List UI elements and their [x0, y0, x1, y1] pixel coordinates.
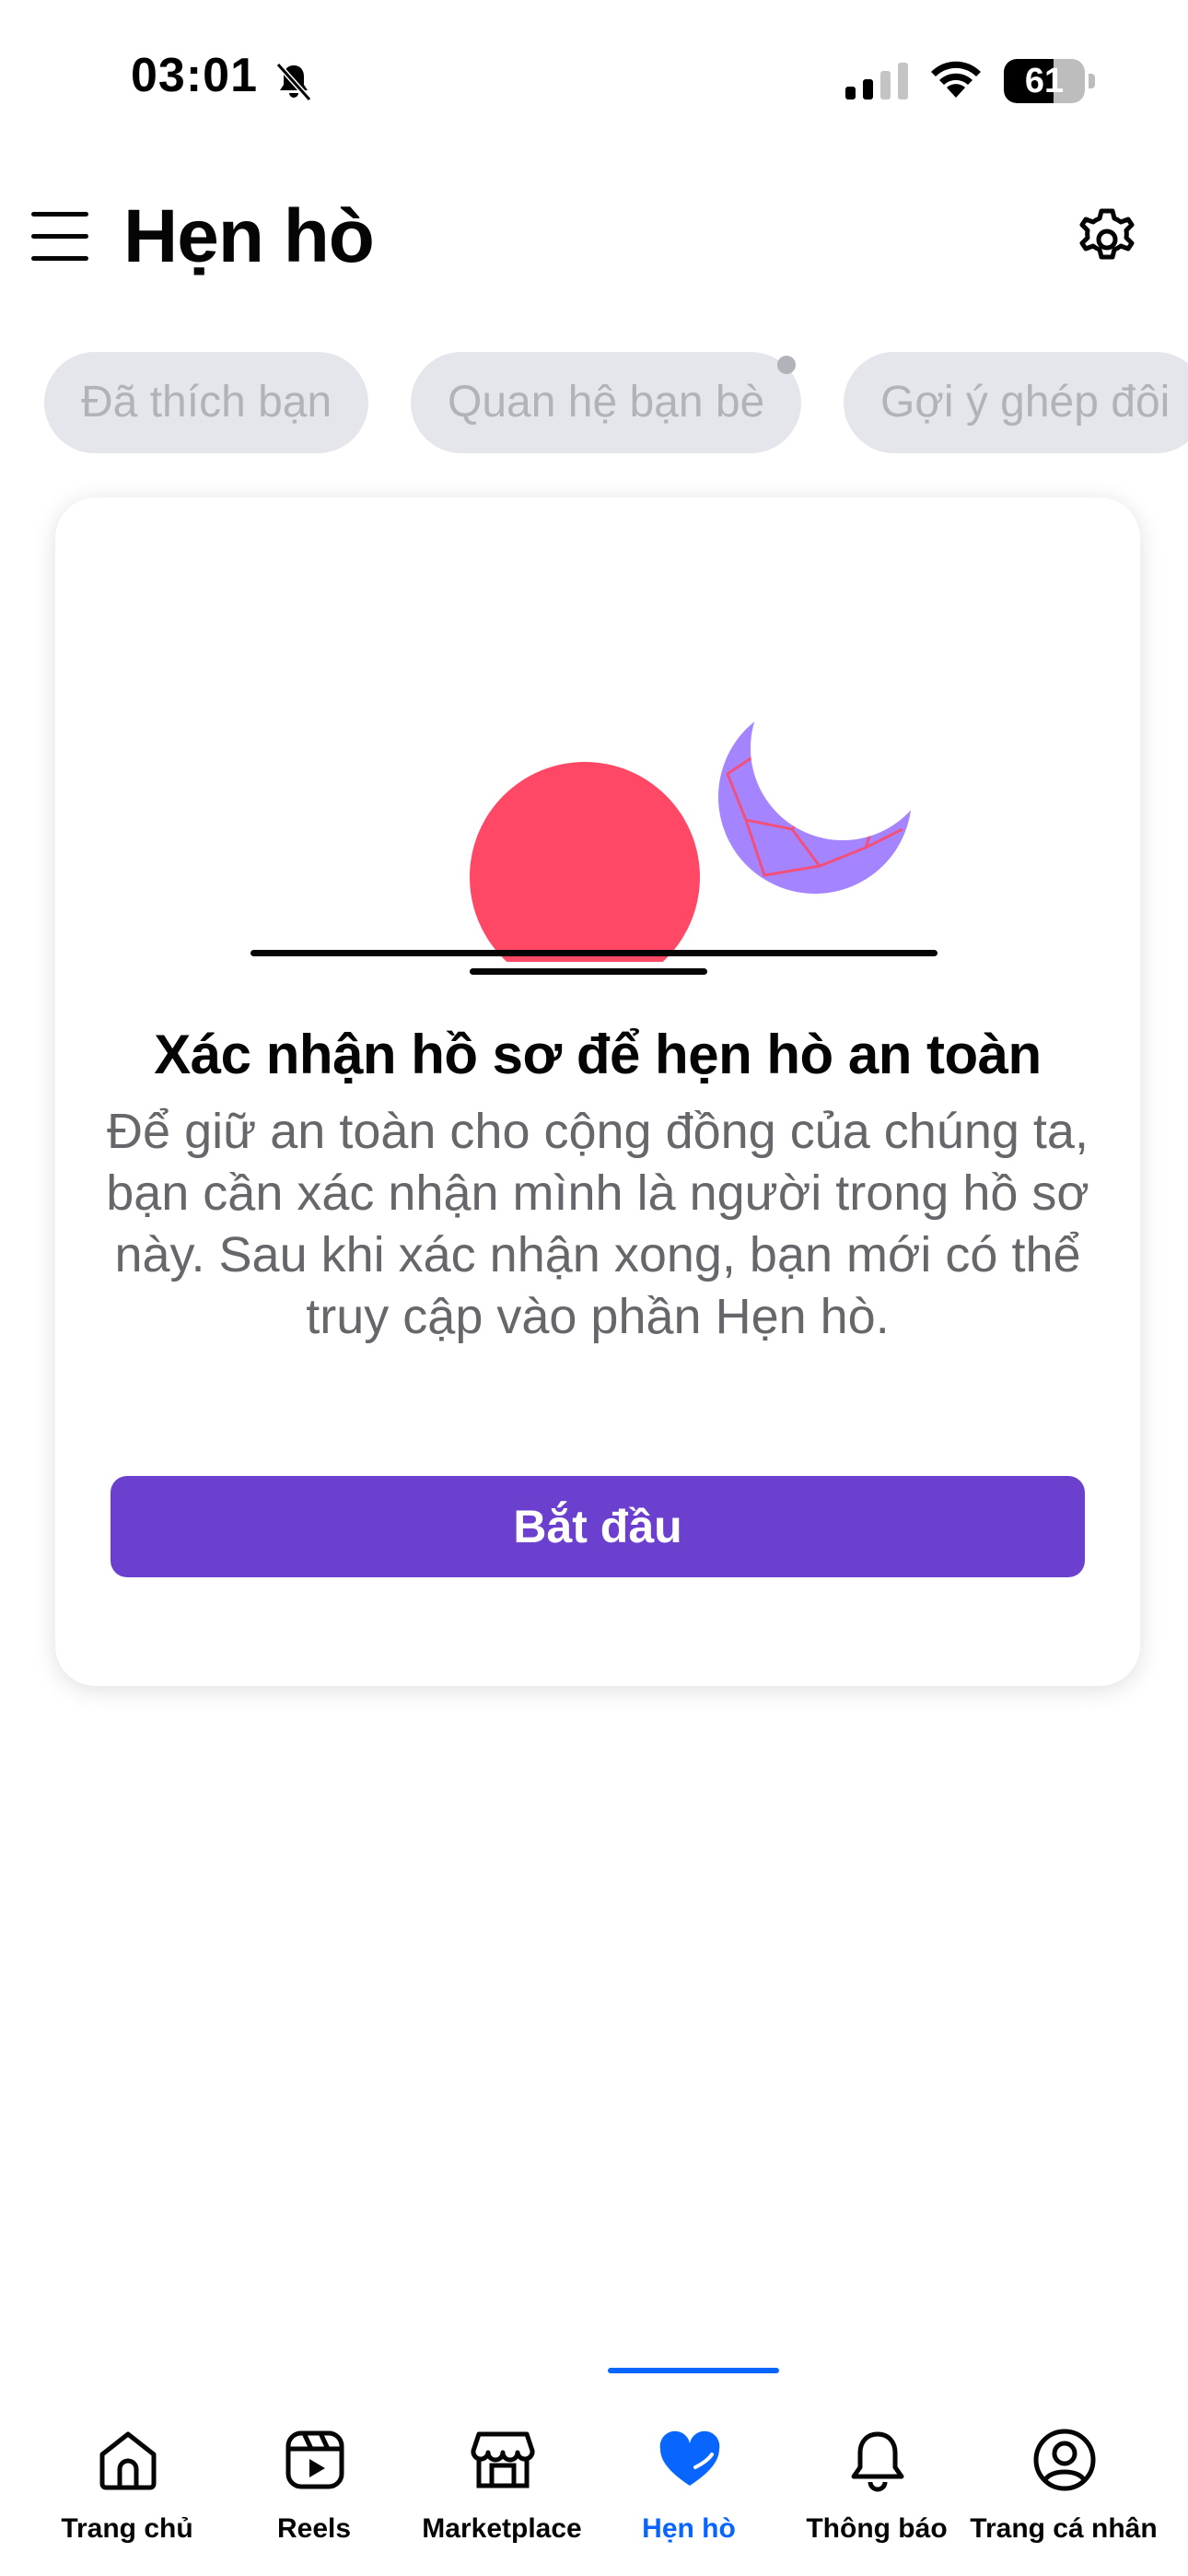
chip-label: Quan hệ bạn bè	[448, 378, 765, 427]
sunset-moon-illustration	[250, 700, 938, 975]
notification-dot	[777, 356, 797, 374]
active-tab-indicator	[608, 2368, 779, 2373]
nav-profile[interactable]: Trang cá nhân	[967, 2405, 1160, 2544]
bottom-nav: Trang chủ Reels Marketplace Hẹn hò Thông…	[0, 2368, 1188, 2576]
marketplace-icon	[471, 2431, 535, 2488]
menu-icon[interactable]	[31, 208, 88, 265]
moon-icon	[718, 700, 912, 894]
chip-label: Đã thích bạn	[81, 378, 332, 427]
verification-card: Xác nhận hồ sơ để hẹn hò an toàn Để giữ …	[55, 498, 1140, 1686]
chip-friends[interactable]: Quan hệ bạn bè	[411, 352, 802, 453]
bell-muted-icon	[275, 62, 312, 102]
nav-dating[interactable]: Hẹn hò	[592, 2405, 786, 2544]
chip-liked-you[interactable]: Đã thích bạn	[44, 352, 369, 453]
reels-icon	[285, 2430, 344, 2489]
nav-notifications[interactable]: Thông báo	[780, 2405, 973, 2544]
status-time: 03:01	[131, 49, 258, 102]
card-description: Để giữ an toàn cho cộng đồng của chúng t…	[106, 1104, 1089, 1344]
battery-level: 61	[1024, 62, 1065, 100]
battery-icon: 61	[1004, 59, 1096, 103]
filter-chips: Đã thích bạn Quan hệ bạn bè Gợi ý ghép đ…	[0, 352, 1188, 455]
nav-home[interactable]: Trang chủ	[30, 2405, 224, 2544]
home-icon	[99, 2431, 157, 2490]
signal-icon	[845, 63, 908, 100]
gear-icon[interactable]	[1076, 203, 1144, 271]
start-button[interactable]: Bắt đầu	[111, 1476, 1085, 1577]
page-title: Hẹn hò	[123, 194, 375, 278]
nav-label: Trang cá nhân	[970, 2513, 1158, 2544]
wifi-icon	[931, 61, 981, 98]
nav-marketplace[interactable]: Marketplace	[405, 2405, 599, 2544]
bell-icon	[851, 2431, 904, 2492]
header: Hẹn hò	[0, 166, 1188, 313]
heart-icon	[659, 2430, 720, 2486]
profile-icon	[1033, 2429, 1096, 2491]
status-bar: 03:01 61	[0, 0, 1188, 157]
chip-match-suggestions[interactable]: Gợi ý ghép đôi	[844, 352, 1188, 453]
card-title: Xác nhận hồ sơ để hẹn hò an toàn	[154, 1024, 1042, 1085]
sun-icon	[470, 762, 700, 962]
chip-label: Gợi ý ghép đôi	[880, 378, 1171, 427]
nav-reels[interactable]: Reels	[217, 2405, 411, 2544]
